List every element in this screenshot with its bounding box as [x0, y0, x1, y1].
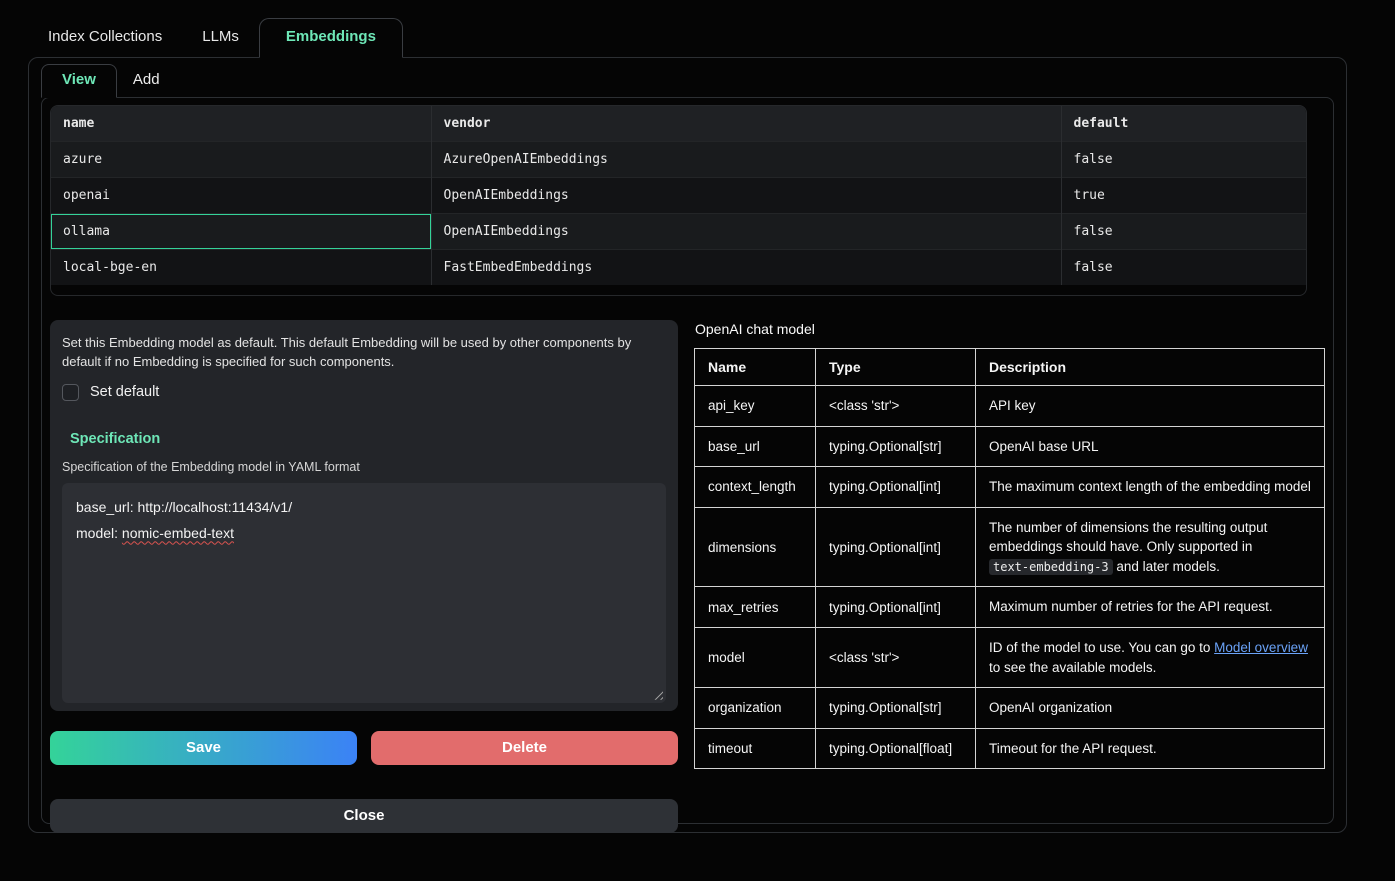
cell-vendor[interactable]: AzureOpenAIEmbeddings	[431, 142, 1061, 178]
param-description: ID of the model to use. You can go to Mo…	[976, 627, 1325, 687]
params-panel-title: OpenAI chat model	[695, 321, 1325, 337]
subtab-view[interactable]: View	[41, 64, 117, 98]
param-description: Timeout for the API request.	[976, 728, 1325, 769]
cell-default[interactable]: false	[1061, 142, 1306, 178]
yaml-line: model: nomic-embed-text	[76, 521, 652, 547]
param-name: timeout	[695, 728, 816, 769]
inline-code: text-embedding-3	[989, 559, 1113, 575]
embedding-edit-card: Set this Embedding model as default. Thi…	[50, 320, 678, 711]
params-table: NameTypeDescription api_key<class 'str'>…	[694, 348, 1325, 769]
param-name: base_url	[695, 426, 816, 467]
param-type: typing.Optional[float]	[816, 728, 976, 769]
param-type: <class 'str'>	[816, 627, 976, 687]
cell-default[interactable]: true	[1061, 178, 1306, 214]
save-button[interactable]: Save	[50, 731, 357, 765]
param-description: The maximum context length of the embedd…	[976, 467, 1325, 508]
cell-name[interactable]: azure	[51, 142, 431, 178]
embedding-row-ollama[interactable]: ollamaOpenAIEmbeddingsfalse	[51, 214, 1306, 250]
tab-llms[interactable]: LLMs	[182, 19, 259, 57]
cell-default[interactable]: false	[1061, 214, 1306, 250]
embedding-row-azure[interactable]: azureAzureOpenAIEmbeddingsfalse	[51, 142, 1306, 178]
param-name: dimensions	[695, 507, 816, 587]
cell-vendor[interactable]: FastEmbedEmbeddings	[431, 250, 1061, 286]
params-column: OpenAI chat model NameTypeDescription ap…	[694, 320, 1325, 833]
model-overview-link[interactable]: Model overview	[1214, 640, 1308, 655]
params-header-type: Type	[816, 349, 976, 386]
misspelled-word: nomic-embed-text	[122, 525, 234, 541]
column-header-name: name	[51, 106, 431, 142]
specification-heading: Specification	[70, 431, 666, 447]
param-name: organization	[695, 688, 816, 729]
param-name: max_retries	[695, 587, 816, 628]
tab-embeddings[interactable]: Embeddings	[259, 18, 403, 58]
column-header-default: default	[1061, 106, 1306, 142]
param-description: OpenAI organization	[976, 688, 1325, 729]
close-button[interactable]: Close	[50, 799, 678, 833]
param-description: API key	[976, 386, 1325, 427]
cell-vendor[interactable]: OpenAIEmbeddings	[431, 178, 1061, 214]
view-panel: namevendordefault azureAzureOpenAIEmbedd…	[41, 97, 1334, 824]
yaml-spec-textarea[interactable]: base_url: http://localhost:11434/v1/mode…	[62, 483, 666, 703]
param-description: Maximum number of retries for the API re…	[976, 587, 1325, 628]
param-row-model: model<class 'str'>ID of the model to use…	[695, 627, 1325, 687]
params-header-name: Name	[695, 349, 816, 386]
cell-name[interactable]: local-bge-en	[51, 250, 431, 286]
param-row-context-length: context_lengthtyping.Optional[int]The ma…	[695, 467, 1325, 508]
param-type: <class 'str'>	[816, 386, 976, 427]
cell-name[interactable]: ollama	[51, 214, 431, 250]
param-row-dimensions: dimensionstyping.Optional[int]The number…	[695, 507, 1325, 587]
edit-column: Set this Embedding model as default. Thi…	[50, 320, 678, 833]
param-row-organization: organizationtyping.Optional[str]OpenAI o…	[695, 688, 1325, 729]
param-name: api_key	[695, 386, 816, 427]
embeddings-table: namevendordefault azureAzureOpenAIEmbedd…	[51, 106, 1306, 285]
param-row-api-key: api_key<class 'str'>API key	[695, 386, 1325, 427]
param-type: typing.Optional[int]	[816, 507, 976, 587]
param-row-max-retries: max_retriestyping.Optional[int]Maximum n…	[695, 587, 1325, 628]
embeddings-table-container: namevendordefault azureAzureOpenAIEmbedd…	[50, 105, 1307, 296]
embedding-row-local-bge-en[interactable]: local-bge-enFastEmbedEmbeddingsfalse	[51, 250, 1306, 286]
subtab-add[interactable]: Add	[117, 65, 176, 97]
param-row-base-url: base_urltyping.Optional[str]OpenAI base …	[695, 426, 1325, 467]
param-description: OpenAI base URL	[976, 426, 1325, 467]
embedding-row-openai[interactable]: openaiOpenAIEmbeddingstrue	[51, 178, 1306, 214]
tab-index-collections[interactable]: Index Collections	[28, 19, 182, 57]
yaml-line: base_url: http://localhost:11434/v1/	[76, 495, 652, 521]
specification-caption: Specification of the Embedding model in …	[62, 460, 666, 474]
param-row-timeout: timeouttyping.Optional[float]Timeout for…	[695, 728, 1325, 769]
default-description: Set this Embedding model as default. Thi…	[62, 334, 662, 372]
param-type: typing.Optional[str]	[816, 426, 976, 467]
sub-tab-bar: ViewAdd	[41, 58, 1334, 97]
main-tab-bar: Index CollectionsLLMsEmbeddings	[28, 0, 1347, 57]
param-type: typing.Optional[int]	[816, 467, 976, 508]
param-description: The number of dimensions the resulting o…	[976, 507, 1325, 587]
delete-button[interactable]: Delete	[371, 731, 678, 765]
param-name: context_length	[695, 467, 816, 508]
param-type: typing.Optional[int]	[816, 587, 976, 628]
cell-vendor[interactable]: OpenAIEmbeddings	[431, 214, 1061, 250]
set-default-label: Set default	[90, 384, 159, 400]
params-header-description: Description	[976, 349, 1325, 386]
column-header-vendor: vendor	[431, 106, 1061, 142]
param-name: model	[695, 627, 816, 687]
set-default-checkbox[interactable]	[62, 384, 79, 401]
param-type: typing.Optional[str]	[816, 688, 976, 729]
cell-default[interactable]: false	[1061, 250, 1306, 286]
embeddings-panel: ViewAdd namevendordefault azureAzureOpen…	[28, 57, 1347, 833]
cell-name[interactable]: openai	[51, 178, 431, 214]
